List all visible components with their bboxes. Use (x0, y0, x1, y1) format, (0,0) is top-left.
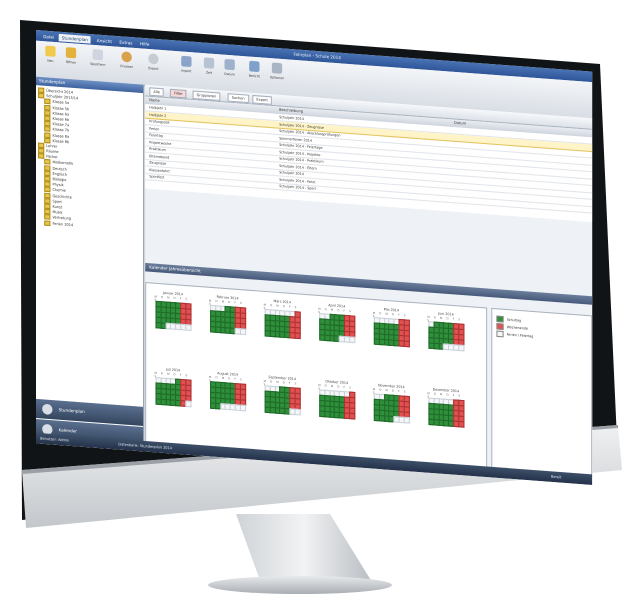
tab-hilfe[interactable]: Hilfe (137, 40, 153, 49)
month-calendar: Oktober 2014M D M D F S S (316, 378, 357, 445)
day-grid (428, 397, 465, 428)
day-cell[interactable] (185, 324, 192, 331)
day-grid (319, 312, 356, 344)
day-grid (373, 317, 410, 348)
month-calendar: August 2014M D M D F S S (207, 370, 248, 437)
day-grid (264, 308, 301, 340)
month-calendar: April 2014M D M D F S S (316, 302, 357, 369)
save-button[interactable]: Speichern (90, 49, 106, 74)
status-ready: Bereit (551, 474, 562, 480)
monitor-stage: Datei Stundenplan Ansicht Extras Hilfe F… (0, 0, 630, 601)
folder-icon (44, 219, 51, 226)
tab-extras[interactable]: Extras (116, 38, 135, 47)
time-button[interactable]: Zeit (201, 57, 217, 82)
filter-all-chip[interactable]: Alle (149, 87, 165, 97)
month-calendar: November 2014M D M D F S S (371, 383, 412, 450)
month-calendar: Mai 2014M D M D F S S (371, 306, 412, 373)
month-calendar: Januar 2014M D M D F S S (152, 290, 193, 357)
stand-neck (236, 514, 372, 586)
screen: Datei Stundenplan Ansicht Extras Hilfe F… (36, 30, 613, 497)
save-icon (92, 49, 103, 61)
options-button[interactable]: Optionen (269, 62, 285, 87)
open-button[interactable]: Öffnen (63, 47, 79, 72)
day-grid (264, 385, 301, 416)
legend-swatch (496, 330, 504, 338)
gear-icon (271, 62, 283, 74)
legend-item: Ferien / Feiertag (496, 330, 533, 339)
legend-swatch (496, 323, 504, 330)
day-cell[interactable] (294, 408, 301, 416)
calendar-year-view: Januar 2014M D M D F S S Februar 2014M D … (145, 281, 488, 469)
report-icon (249, 60, 260, 73)
month-calendar: September 2014M D M D F S S (262, 374, 303, 441)
report-button[interactable]: Bericht (246, 60, 262, 86)
month-calendar: Dezember 2014M D M D F S S (425, 387, 466, 454)
legend-swatch (496, 315, 504, 323)
calendar-icon (224, 58, 235, 71)
table-cell-name: Sportfest (149, 174, 165, 180)
day-grid (210, 304, 246, 336)
day-cell[interactable] (403, 416, 410, 424)
export-chip[interactable]: Export (252, 94, 272, 105)
tab-datei[interactable]: Datei (40, 32, 57, 41)
app-window: Datei Stundenplan Ansicht Extras Hilfe F… (36, 30, 593, 485)
day-cell[interactable] (239, 404, 246, 412)
import-button[interactable]: Import (178, 55, 194, 80)
day-cell[interactable] (185, 400, 192, 408)
date-button[interactable]: Datum (221, 58, 237, 84)
search-chip[interactable]: Suchen (227, 93, 249, 104)
print-button[interactable]: Drucken (118, 51, 134, 76)
import-icon (181, 55, 192, 68)
export-button[interactable]: Export (145, 53, 161, 78)
day-cell[interactable] (348, 412, 356, 420)
legend-panel: Schultag Wochenende Ferien / Feiertag (491, 307, 593, 477)
month-calendar: Juli 2014M D M D F S S (152, 366, 193, 433)
print-icon (121, 51, 132, 63)
month-calendar: Februar 2014M D M D F S S (207, 294, 248, 361)
navigation-tree: Übersicht 2014 Schuljahr 2013/14 Klasse 5a… (38, 87, 141, 232)
table-cell-desc: Schuljahr 2014 - Sport (279, 183, 316, 191)
day-grid (155, 377, 192, 408)
schedule-icon (42, 403, 53, 415)
month-calendar: Juni 2014M D M D F S S (425, 310, 466, 377)
export-icon (148, 53, 159, 65)
folder-icon (38, 92, 45, 99)
stand-base (208, 576, 392, 594)
day-cell[interactable] (294, 332, 301, 340)
status-user: Benutzer: Admin (40, 436, 70, 443)
day-grid (155, 300, 192, 331)
new-button[interactable]: Neu (42, 45, 58, 70)
day-cell[interactable] (239, 328, 246, 336)
folder-icon (65, 47, 77, 59)
day-cell[interactable] (458, 344, 465, 352)
day-cell[interactable] (403, 340, 410, 348)
day-grid (319, 389, 356, 420)
day-grid (210, 381, 246, 412)
day-cell[interactable] (458, 420, 465, 428)
clock-icon (203, 57, 215, 69)
day-grid (373, 393, 410, 424)
tab-ansicht[interactable]: Ansicht (94, 36, 115, 45)
month-calendar: März 2014M D M D F S S (262, 298, 303, 365)
left-panel: Stundenplan Übersicht 2014 Schuljahr 2013… (36, 76, 145, 452)
new-icon (45, 45, 56, 57)
filter-chip[interactable]: Filter (169, 88, 187, 99)
window-title: Fahrplan - Schule 2014 (293, 51, 341, 61)
folder-icon (38, 153, 45, 160)
day-cell[interactable] (348, 336, 356, 344)
main-panel: Alle Filter Gruppieren Suchen Export Nam… (145, 84, 593, 485)
day-grid (428, 321, 465, 352)
